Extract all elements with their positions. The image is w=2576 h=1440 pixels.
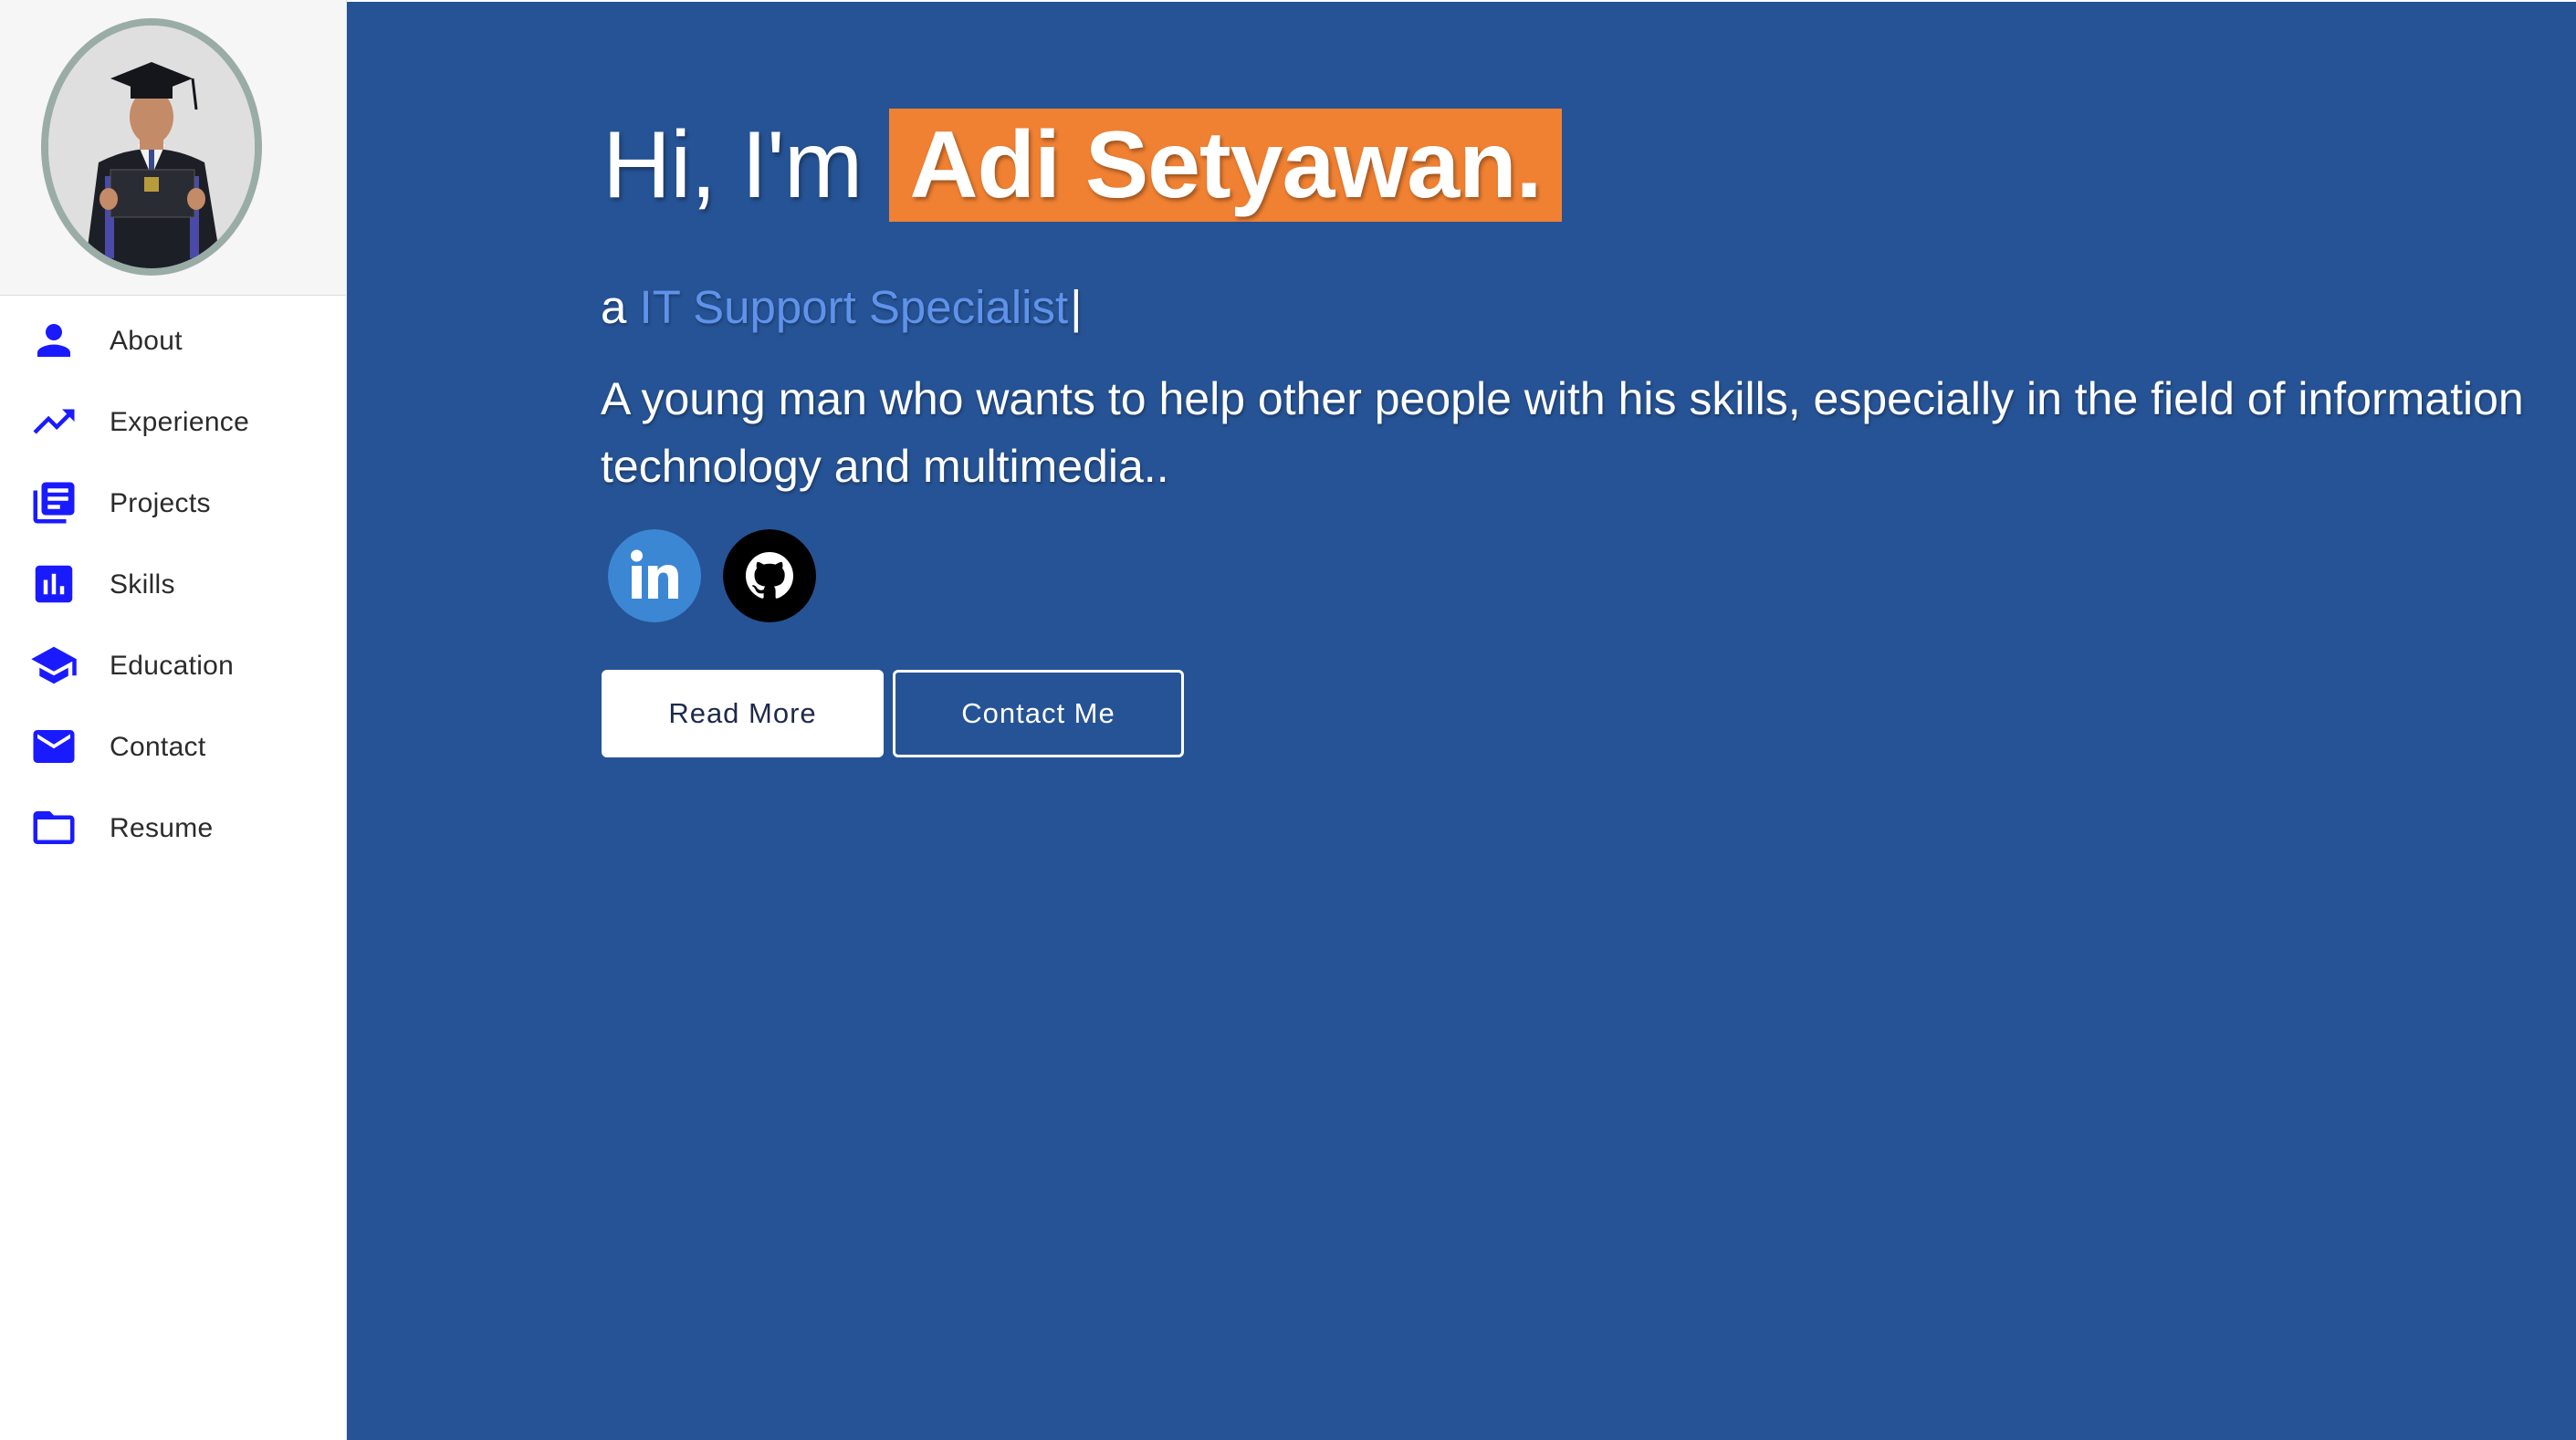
social-links [608, 529, 838, 622]
tagline: a IT Support Specialist| [601, 280, 1082, 334]
sidebar-nav: About Experience Projects Skills Educati… [0, 300, 346, 869]
profile-box [0, 0, 346, 296]
tagline-prefix: a [601, 281, 627, 333]
sidebar-item-education[interactable]: Education [0, 625, 346, 706]
typed-role: IT Support Specialist [639, 281, 1069, 333]
github-icon[interactable] [723, 529, 816, 622]
bar-chart-icon [29, 559, 79, 609]
folder-icon [29, 803, 79, 852]
sidebar-item-label: Contact [110, 732, 206, 762]
sidebar-item-about[interactable]: About [0, 300, 346, 381]
hero-headline: Hi, I'm Adi Setyawan. [602, 107, 1562, 224]
typing-cursor: | [1070, 281, 1083, 333]
avatar-photo [48, 26, 255, 268]
sidebar: About Experience Projects Skills Educati… [0, 0, 347, 1440]
graduation-cap-icon [29, 641, 79, 690]
sidebar-item-label: Skills [110, 569, 175, 600]
sidebar-item-label: Resume [110, 813, 214, 843]
sidebar-item-skills[interactable]: Skills [0, 544, 346, 625]
sidebar-item-contact[interactable]: Contact [0, 706, 346, 788]
linkedin-icon[interactable] [608, 529, 701, 622]
sidebar-item-projects[interactable]: Projects [0, 463, 346, 544]
read-more-button[interactable]: Read More [602, 670, 884, 757]
bio-text: A young man who wants to help other peop… [601, 373, 2524, 492]
trending-up-icon [29, 397, 79, 446]
sidebar-item-label: Projects [110, 488, 211, 518]
sidebar-item-experience[interactable]: Experience [0, 381, 346, 463]
name-highlight: Adi Setyawan. [889, 109, 1562, 222]
sidebar-item-resume[interactable]: Resume [0, 788, 346, 869]
mail-icon [29, 722, 79, 771]
person-icon [29, 316, 79, 365]
contact-me-button[interactable]: Contact Me [893, 670, 1184, 757]
hero-section: Hi, I'm Adi Setyawan. a IT Support Speci… [347, 0, 2576, 1440]
greeting-text: Hi, I'm [602, 111, 863, 218]
app-root: About Experience Projects Skills Educati… [0, 0, 2576, 1440]
sidebar-item-label: Education [110, 651, 235, 681]
hero-buttons: Read More Contact Me [602, 670, 1184, 757]
article-icon [29, 478, 79, 527]
avatar [41, 18, 262, 276]
sidebar-item-label: About [110, 326, 183, 356]
sidebar-item-label: Experience [110, 407, 250, 437]
